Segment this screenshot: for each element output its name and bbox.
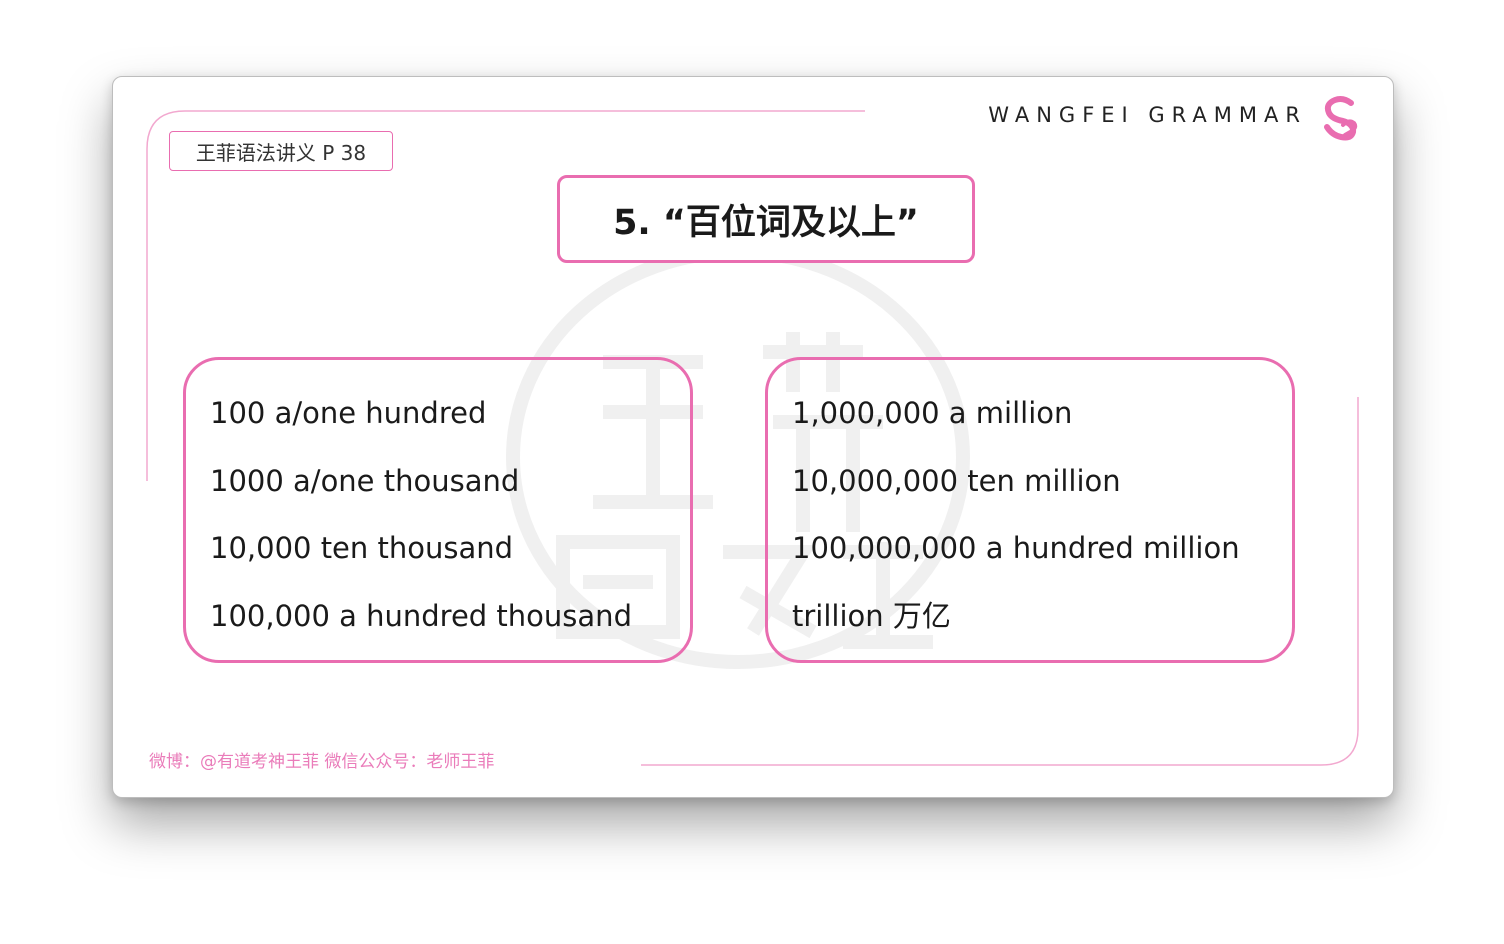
screen: 王菲语法讲义 P 38 WANGFEI GRAMMAR 5. “百位词及以上” … (0, 0, 1504, 944)
s-heart-logo-icon (1324, 96, 1358, 141)
footer-social: 微博：@有道考神王菲 微信公众号：老师王菲 (149, 752, 495, 772)
number-box-right: 1,000,000 a million 10,000,000 ten milli… (765, 357, 1295, 663)
number-line: 10,000 ten thousand (210, 531, 514, 565)
section-title: 5. “百位词及以上” (557, 175, 975, 263)
number-line: 1000 a/one thousand (210, 463, 520, 498)
page-tag: 王菲语法讲义 P 38 (169, 131, 393, 171)
number-line: 10,000,000 ten million (792, 463, 1121, 498)
number-line: 100 a/one hundred (210, 396, 487, 430)
number-line: 1,000,000 a million (792, 396, 1073, 430)
number-box-left: 100 a/one hundred 1000 a/one thousand 10… (183, 357, 693, 663)
number-line: 100,000 a hundred thousand (210, 598, 632, 633)
number-line: trillion 万亿 (792, 598, 951, 633)
number-line: 100,000,000 a hundred million (792, 531, 1240, 565)
brand-name: WANGFEI GRAMMAR (988, 103, 1307, 127)
slide: 王菲语法讲义 P 38 WANGFEI GRAMMAR 5. “百位词及以上” … (112, 76, 1394, 798)
